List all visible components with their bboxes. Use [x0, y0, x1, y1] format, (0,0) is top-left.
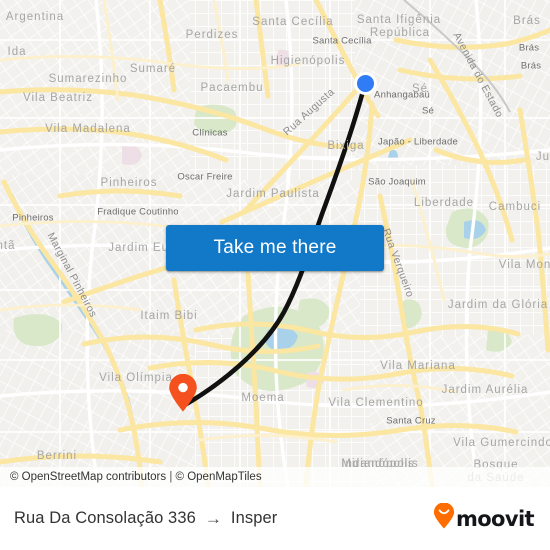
arrow-right-icon: →	[204, 509, 222, 528]
map-attribution: © OpenStreetMap contributors | © OpenMap…	[0, 467, 550, 487]
moovit-trip-screen: Argentina Ida Sumarezinho Vila Beatriz Sumar…	[0, 0, 550, 550]
trip-origin: Rua Da Consolação 336	[14, 509, 196, 527]
moovit-wordmark: moovit	[455, 506, 535, 531]
attribution-separator: |	[169, 471, 173, 483]
map-canvas[interactable]: Argentina Ida Sumarezinho Vila Beatriz Sumar…	[0, 0, 550, 487]
moovit-pin-smile-icon	[433, 502, 455, 534]
moovit-logo[interactable]: moovit	[433, 502, 535, 534]
destination-pin[interactable]	[168, 373, 198, 412]
trip-summary: Rua Da Consolação 336 → Insper	[14, 509, 433, 528]
attribution-tiles[interactable]: © OpenMapTiles	[176, 471, 262, 483]
trip-footer: Rua Da Consolação 336 → Insper moovit	[0, 487, 550, 550]
trip-destination: Insper	[230, 509, 278, 527]
attribution-osm[interactable]: © OpenStreetMap contributors	[10, 471, 166, 483]
current-location-dot[interactable]	[354, 72, 377, 95]
take-me-there-button[interactable]: Take me there	[166, 225, 384, 271]
